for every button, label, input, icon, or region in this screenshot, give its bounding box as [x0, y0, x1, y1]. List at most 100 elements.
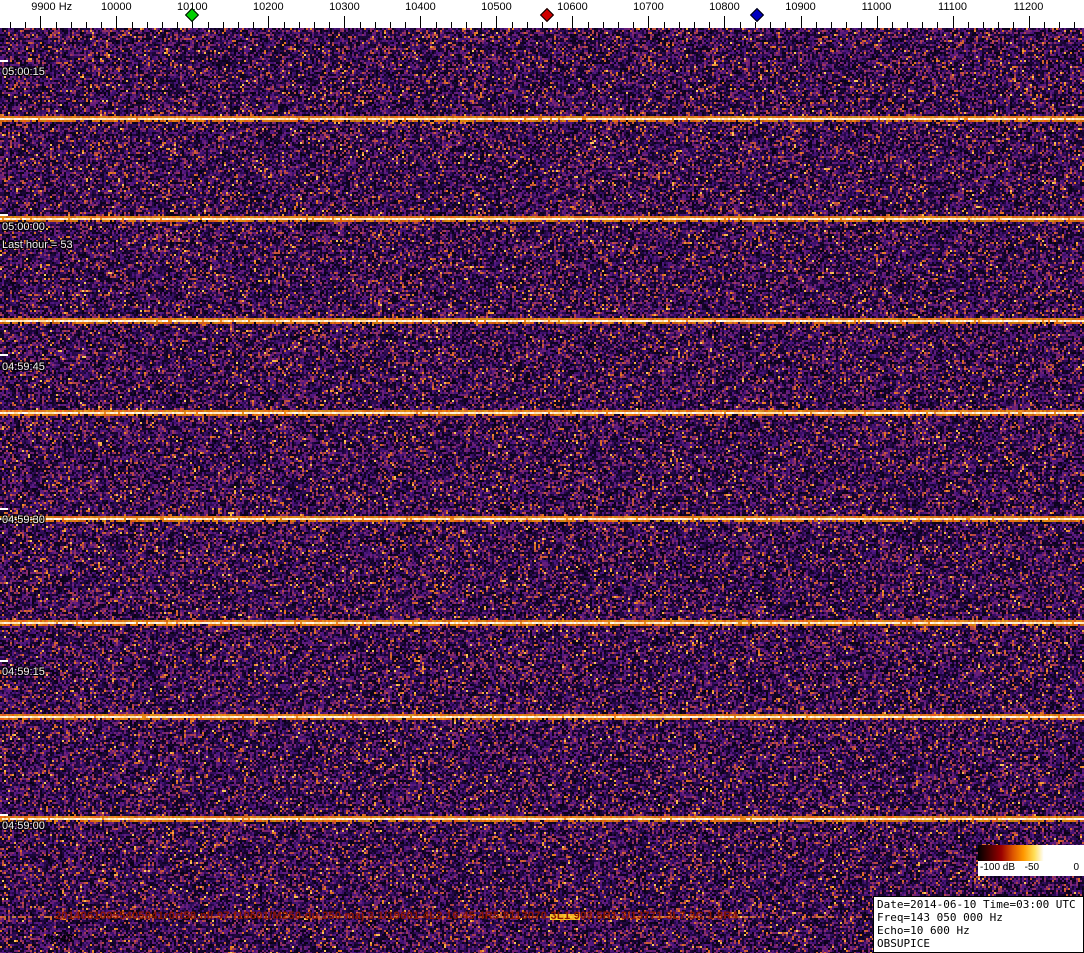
- ruler-tick: [360, 22, 361, 28]
- ruler-tick: [922, 22, 923, 28]
- marker-blue-diamond[interactable]: [750, 8, 764, 22]
- ruler-tick: [496, 16, 497, 28]
- ruler-tick: [390, 22, 391, 28]
- ruler-tick: [344, 16, 345, 28]
- ruler-tick: [1044, 22, 1045, 28]
- ruler-tick: [968, 22, 969, 28]
- freq-tick-label: 11200: [1014, 1, 1044, 13]
- ruler-tick: [724, 16, 725, 28]
- ruler-tick: [953, 16, 954, 28]
- freq-tick-label: 11000: [862, 1, 892, 13]
- ruler-tick: [329, 22, 330, 28]
- info-echo-frequency: Echo=10 600 Hz: [877, 924, 1080, 937]
- ruler-tick: [572, 16, 573, 28]
- ruler-tick: [451, 22, 452, 28]
- ruler-tick: [785, 22, 786, 28]
- ruler-tick: [694, 22, 695, 28]
- ruler-tick: [40, 16, 41, 28]
- colorbar-labels: -100 dB -50 0: [978, 861, 1084, 876]
- ruler-tick: [527, 22, 528, 28]
- ruler-tick: [208, 22, 209, 28]
- ruler-tick: [542, 22, 543, 28]
- ruler-tick: [618, 22, 619, 28]
- ruler-tick: [1059, 22, 1060, 28]
- freq-tick-label: 10200: [253, 1, 284, 13]
- ruler-tick: [481, 22, 482, 28]
- event-detection-string: 20140610055405841r0rt58.nl/ 97 f10601/M2…: [55, 910, 738, 922]
- time-label: 04:59:00: [2, 820, 45, 832]
- ruler-tick: [116, 16, 117, 28]
- freq-tick-label: 10400: [405, 1, 436, 13]
- time-label: 04:59:45: [2, 361, 45, 373]
- time-label: 05:00:00: [2, 221, 45, 233]
- ruler-tick: [861, 22, 862, 28]
- info-frequency: Freq=143 050 000 Hz: [877, 911, 1080, 924]
- ruler-tick: [223, 22, 224, 28]
- ruler-tick: [466, 22, 467, 28]
- freq-tick-label: 10300: [329, 1, 360, 13]
- colorbar-gradient: [978, 845, 1084, 861]
- ruler-tick: [71, 22, 72, 28]
- spectrogram-canvas: [0, 28, 1084, 953]
- ruler-tick: [664, 22, 665, 28]
- time-label: 04:59:15: [2, 666, 45, 678]
- ruler-tick: [755, 22, 756, 28]
- freq-tick-label: 10700: [633, 1, 664, 13]
- time-offset-label: ^t+48: [44, 933, 73, 945]
- ruler-tick: [512, 22, 513, 28]
- ruler-tick: [132, 22, 133, 28]
- time-label: 05:00:15: [2, 66, 45, 78]
- ruler-tick: [268, 16, 269, 28]
- ruler-tick: [892, 22, 893, 28]
- ruler-tick: [314, 22, 315, 28]
- ruler-tick: [831, 22, 832, 28]
- freq-tick-label: 9900 Hz: [31, 1, 72, 13]
- ruler-tick: [147, 22, 148, 28]
- ruler-tick: [846, 22, 847, 28]
- ruler-tick: [937, 22, 938, 28]
- ruler-tick: [633, 22, 634, 28]
- ruler-tick: [679, 22, 680, 28]
- time-label: 04:59:30: [2, 514, 45, 526]
- ruler-tick: [770, 22, 771, 28]
- ruler-tick: [1074, 22, 1075, 28]
- ruler-tick: [557, 22, 558, 28]
- last-hour-count: Last hour = 53: [2, 239, 73, 251]
- ruler-tick: [10, 22, 11, 28]
- observation-info-box: Date=2014-06-10 Time=03:00 UTC Freq=143 …: [873, 896, 1084, 953]
- ruler-tick: [588, 22, 589, 28]
- ruler-tick: [603, 22, 604, 28]
- ruler-tick: [877, 16, 878, 28]
- meteor-spectrogram-display: 9900 Hz100001010010200103001040010500106…: [0, 0, 1084, 953]
- ruler-tick: [436, 22, 437, 28]
- ruler-tick: [177, 22, 178, 28]
- ruler-tick: [998, 22, 999, 28]
- freq-tick-label: 10500: [481, 1, 512, 13]
- intensity-colorbar: -100 dB -50 0: [978, 845, 1084, 876]
- freq-tick-label: 11100: [938, 1, 967, 13]
- ruler-tick: [299, 22, 300, 28]
- frequency-ruler[interactable]: 9900 Hz100001010010200103001040010500106…: [0, 0, 1084, 28]
- ruler-tick: [86, 22, 87, 28]
- freq-tick-label: 10600: [557, 1, 588, 13]
- colorbar-mid-label: -50: [1025, 862, 1039, 873]
- ruler-tick: [907, 22, 908, 28]
- ruler-tick: [375, 22, 376, 28]
- ruler-tick: [816, 22, 817, 28]
- freq-tick-label: 10900: [785, 1, 816, 13]
- marker-red-diamond[interactable]: [540, 8, 554, 22]
- ruler-tick: [801, 16, 802, 28]
- ruler-tick: [983, 22, 984, 28]
- ruler-tick: [420, 16, 421, 28]
- ruler-tick: [162, 22, 163, 28]
- freq-tick-label: 10000: [101, 1, 132, 13]
- colorbar-min-label: -100 dB: [980, 862, 1015, 873]
- ruler-tick: [648, 16, 649, 28]
- ruler-tick: [740, 22, 741, 28]
- info-date-time: Date=2014-06-10 Time=03:00 UTC: [877, 898, 1080, 911]
- ruler-tick: [284, 22, 285, 28]
- ruler-tick: [25, 22, 26, 28]
- ruler-tick: [253, 22, 254, 28]
- ruler-tick: [1013, 22, 1014, 28]
- ruler-tick: [56, 22, 57, 28]
